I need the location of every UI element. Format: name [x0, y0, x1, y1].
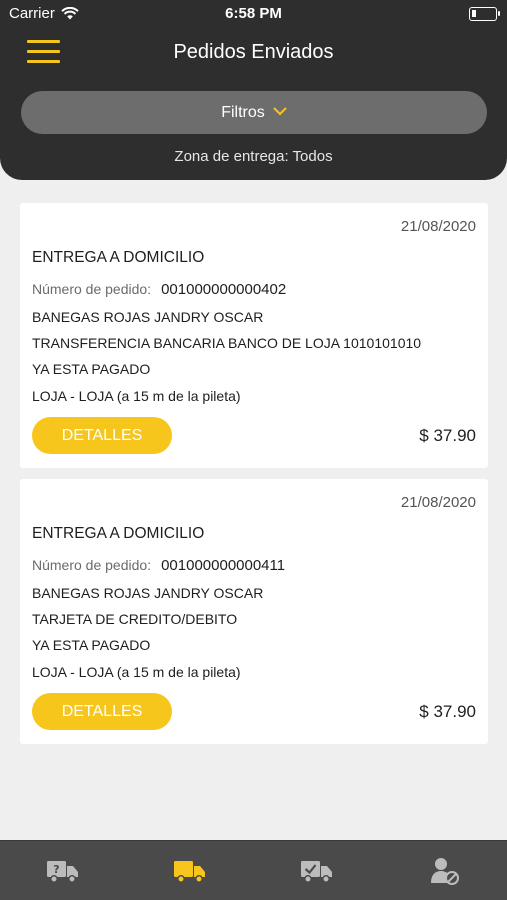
delivery-truck-icon — [174, 861, 205, 883]
order-card: 21/08/2020 ENTREGA A DOMICILIO Número de… — [20, 479, 488, 744]
filters-button[interactable]: Filtros — [21, 91, 487, 134]
filters-label: Filtros — [221, 103, 265, 121]
tab-sent-orders[interactable] — [127, 841, 253, 900]
status-bar: Carrier 6:58 PM — [0, 0, 507, 28]
order-card: 21/08/2020 ENTREGA A DOMICILIO Número de… — [20, 203, 488, 468]
customer-name: BANEGAS ROJAS JANDRY OSCAR — [32, 309, 264, 325]
order-number-label: Número de pedido: — [32, 557, 152, 573]
battery-icon — [469, 7, 500, 21]
details-button[interactable]: DETALLES — [32, 417, 172, 454]
order-number-label: Número de pedido: — [32, 281, 152, 297]
order-date: 21/08/2020 — [400, 494, 476, 511]
delivery-address: LOJA - LOJA (a 15 m de la pileta) — [32, 664, 241, 680]
page-title: Pedidos Enviados — [173, 41, 334, 63]
tab-delivered-orders[interactable] — [254, 841, 380, 900]
order-number-value: 001000000000411 — [161, 557, 286, 574]
delivery-type: ENTREGA A DOMICILIO — [32, 525, 205, 542]
delivery-type: ENTREGA A DOMICILIO — [32, 249, 205, 266]
order-price: $ 37.90 — [419, 702, 476, 721]
bottom-tab-bar: ? — [0, 840, 507, 900]
user-blocked-icon — [431, 858, 459, 885]
delivery-address: LOJA - LOJA (a 15 m de la pileta) — [32, 388, 241, 404]
svg-text:?: ? — [53, 863, 59, 876]
payment-status: YA ESTA PAGADO — [32, 361, 151, 377]
payment-method: TARJETA DE CREDITO/DEBITO — [32, 611, 238, 627]
order-number-row: Número de pedido: 001000000000411 — [32, 557, 285, 574]
delivery-zone-text: Zona de entrega: Todos — [174, 148, 333, 165]
chevron-down-icon — [273, 107, 287, 116]
customer-name: BANEGAS ROJAS JANDRY OSCAR — [32, 585, 264, 601]
truck-question-icon: ? — [47, 861, 78, 883]
tab-pending-orders[interactable]: ? — [0, 841, 126, 900]
tab-cancelled-orders[interactable] — [381, 841, 507, 900]
order-price: $ 37.90 — [419, 426, 476, 445]
payment-status: YA ESTA PAGADO — [32, 637, 151, 653]
order-number-value: 001000000000402 — [161, 281, 287, 298]
payment-method: TRANSFERENCIA BANCARIA BANCO DE LOJA 101… — [32, 335, 422, 351]
details-button[interactable]: DETALLES — [32, 693, 172, 730]
order-date: 21/08/2020 — [400, 218, 476, 235]
truck-check-icon — [301, 861, 332, 883]
order-number-row: Número de pedido: 001000000000402 — [32, 281, 286, 298]
status-time: 6:58 PM — [225, 5, 282, 22]
app-header: Carrier 6:58 PM Pedidos Enviados Filtros… — [0, 0, 507, 180]
